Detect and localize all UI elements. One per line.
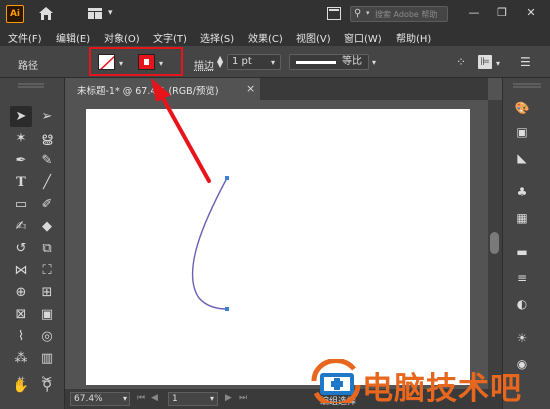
zoom-chevron-down-icon[interactable]: ▾	[123, 394, 127, 403]
selection-tool-icon[interactable]: ➤	[10, 106, 32, 127]
menu-view[interactable]: 视图(V)	[296, 30, 331, 45]
selected-path	[191, 177, 228, 310]
artboard-number: 1	[172, 394, 178, 404]
menu-type[interactable]: 文字(T)	[153, 30, 187, 45]
symbol-sprayer-tool-icon[interactable]: ⁂	[10, 348, 32, 369]
menu-file[interactable]: 文件(F)	[8, 30, 42, 45]
type-tool-icon[interactable]: T	[10, 172, 32, 193]
tools-panel: ➤ ➢ ✶ ൠ ✒ ✎ T ╱ ▭ ✐ ✍ ◆ ↺ ⧉ ⋈ ⛶ ⊕ ⊞ ⊠ ▣ …	[0, 78, 65, 409]
first-artboard-icon[interactable]: ⏮	[137, 393, 145, 403]
menu-help[interactable]: 帮助(H)	[396, 30, 431, 45]
menu-edit[interactable]: 编辑(E)	[56, 30, 90, 45]
document-tab[interactable]: 未标题-1* @ 67.4% (RGB/预览) ×	[65, 78, 260, 100]
paintbrush-tool-icon[interactable]: ✐	[36, 194, 58, 215]
mesh-tool-icon[interactable]: ⊠	[10, 304, 32, 325]
align-chevron-down-icon[interactable]: ▾	[496, 59, 500, 68]
anchor-point-bottom	[225, 307, 229, 311]
zoom-level-field[interactable]: 67.4%	[70, 392, 130, 406]
close-icon[interactable]: ✕	[522, 4, 540, 22]
anchor-point-top	[225, 176, 229, 180]
eyedropper-tool-icon[interactable]: ⌇	[10, 326, 32, 347]
vertical-scrollbar[interactable]	[488, 100, 502, 389]
shape-builder-tool-icon[interactable]: ⊕	[10, 282, 32, 303]
close-icon[interactable]: ×	[246, 82, 255, 95]
document-tab-label: 未标题-1* @ 67.4% (RGB/预览)	[77, 86, 219, 97]
stroke-weight-chevron-down-icon[interactable]: ▾	[271, 58, 275, 67]
restore-icon[interactable]: ❐	[493, 4, 511, 22]
brushes-panel-icon[interactable]: ▦	[514, 210, 530, 226]
home-icon[interactable]	[38, 6, 54, 21]
artboard[interactable]	[86, 109, 470, 385]
lasso-tool-icon[interactable]: ൠ	[36, 128, 58, 149]
magic-wand-tool-icon[interactable]: ✶	[10, 128, 32, 149]
zoom-value: 67.4%	[74, 394, 103, 404]
next-artboard-icon[interactable]: ▶	[225, 393, 232, 403]
direct-selection-tool-icon[interactable]: ➢	[36, 106, 58, 127]
free-transform-tool-icon[interactable]: ⛶	[36, 260, 58, 281]
annotation-highlight-box	[89, 47, 183, 76]
profile-chevron-down-icon[interactable]: ▾	[372, 58, 376, 67]
menu-window[interactable]: 窗口(W)	[344, 30, 382, 45]
swatches-panel-icon[interactable]: ♣	[514, 184, 530, 200]
blend-tool-icon[interactable]: ◎	[36, 326, 58, 347]
symbols-panel-icon[interactable]: ▬	[514, 244, 530, 260]
last-artboard-icon[interactable]: ⏭	[239, 393, 247, 403]
stroke-panel-icon[interactable]: ≡	[514, 270, 530, 286]
rectangle-tool-icon[interactable]: ▭	[10, 194, 32, 215]
pen-tool-icon[interactable]: ✒	[10, 150, 32, 171]
arrange-documents-icon[interactable]	[327, 7, 341, 20]
column-graph-tool-icon[interactable]: ▥	[36, 348, 58, 369]
perspective-grid-tool-icon[interactable]: ⊞	[36, 282, 58, 303]
stroke-weight-label[interactable]: 描边	[194, 57, 214, 72]
color-panel-icon[interactable]: 🎨	[514, 100, 530, 116]
title-bar: Ai ▾ ⚲ ▾ — ❐ ✕	[0, 0, 550, 28]
control-bar: 路径 ▾ ▾ 描边 ▲ ▼ 1 pt ▾ 等比 ▾ ⁘ ⊫ ▾ ☰	[0, 46, 550, 78]
artwork-canvas[interactable]	[86, 109, 470, 385]
width-tool-icon[interactable]: ⋈	[10, 260, 32, 281]
chevron-down-icon[interactable]: ▾	[108, 8, 113, 18]
hand-tool-icon[interactable]: ✋	[10, 376, 32, 397]
transform-panel-icon[interactable]: ⁘	[456, 55, 466, 69]
width-profile-preview	[296, 61, 336, 64]
transparency-panel-icon[interactable]: ◐	[514, 296, 530, 312]
minimize-icon[interactable]: —	[465, 4, 483, 22]
menu-effect[interactable]: 效果(C)	[248, 30, 283, 45]
curvature-tool-icon[interactable]: ✎	[36, 150, 58, 171]
color-guide-panel-icon[interactable]: ▣	[514, 124, 530, 140]
menu-bar: 文件(F) 编辑(E) 对象(O) 文字(T) 选择(S) 效果(C) 视图(V…	[0, 28, 550, 46]
watermark: 电脑技术吧	[308, 356, 550, 407]
help-search-box[interactable]: ⚲ ▾	[350, 6, 448, 22]
search-icon: ⚲	[354, 8, 362, 19]
align-panel-icon[interactable]: ⊫	[478, 55, 492, 69]
menu-select[interactable]: 选择(S)	[200, 30, 234, 45]
rotate-tool-icon[interactable]: ↺	[10, 238, 32, 259]
scale-tool-icon[interactable]: ⧉	[36, 238, 58, 259]
help-search-input[interactable]	[375, 8, 445, 20]
watermark-text: 电脑技术吧	[362, 371, 522, 407]
gradient-panel-icon[interactable]: ◣	[514, 150, 530, 166]
eraser-tool-icon[interactable]: ◆	[36, 216, 58, 237]
stroke-weight-value: 1 pt	[232, 56, 252, 67]
selection-type-label: 路径	[18, 61, 38, 72]
watermark-logo	[311, 359, 361, 403]
dock-collapse-icon[interactable]	[513, 83, 541, 88]
gradient-tool-icon[interactable]: ▣	[36, 304, 58, 325]
artboard-chevron-down-icon[interactable]: ▾	[210, 394, 214, 403]
stroke-weight-stepper-icon[interactable]: ▲ ▼	[217, 55, 223, 69]
previous-artboard-icon[interactable]: ◀	[151, 393, 158, 403]
chevron-down-icon: ▾	[366, 9, 370, 17]
workspace-switcher-icon[interactable]	[88, 8, 102, 19]
menu-object[interactable]: 对象(O)	[104, 30, 140, 45]
app-logo: Ai	[6, 5, 24, 23]
line-segment-tool-icon[interactable]: ╱	[36, 172, 58, 193]
panel-menu-icon[interactable]: ☰	[520, 55, 531, 69]
shaper-tool-icon[interactable]: ✍	[10, 216, 32, 237]
document-tab-bar: 未标题-1* @ 67.4% (RGB/预览) ×	[65, 78, 488, 100]
canvas-area[interactable]	[65, 100, 488, 389]
appearance-panel-icon[interactable]: ☀	[514, 330, 530, 346]
zoom-tool-icon[interactable]: ⚲	[36, 376, 58, 397]
profile-label: 等比	[342, 56, 362, 67]
scrollbar-thumb[interactable]	[490, 232, 499, 254]
panel-collapse-icon[interactable]	[18, 83, 44, 88]
